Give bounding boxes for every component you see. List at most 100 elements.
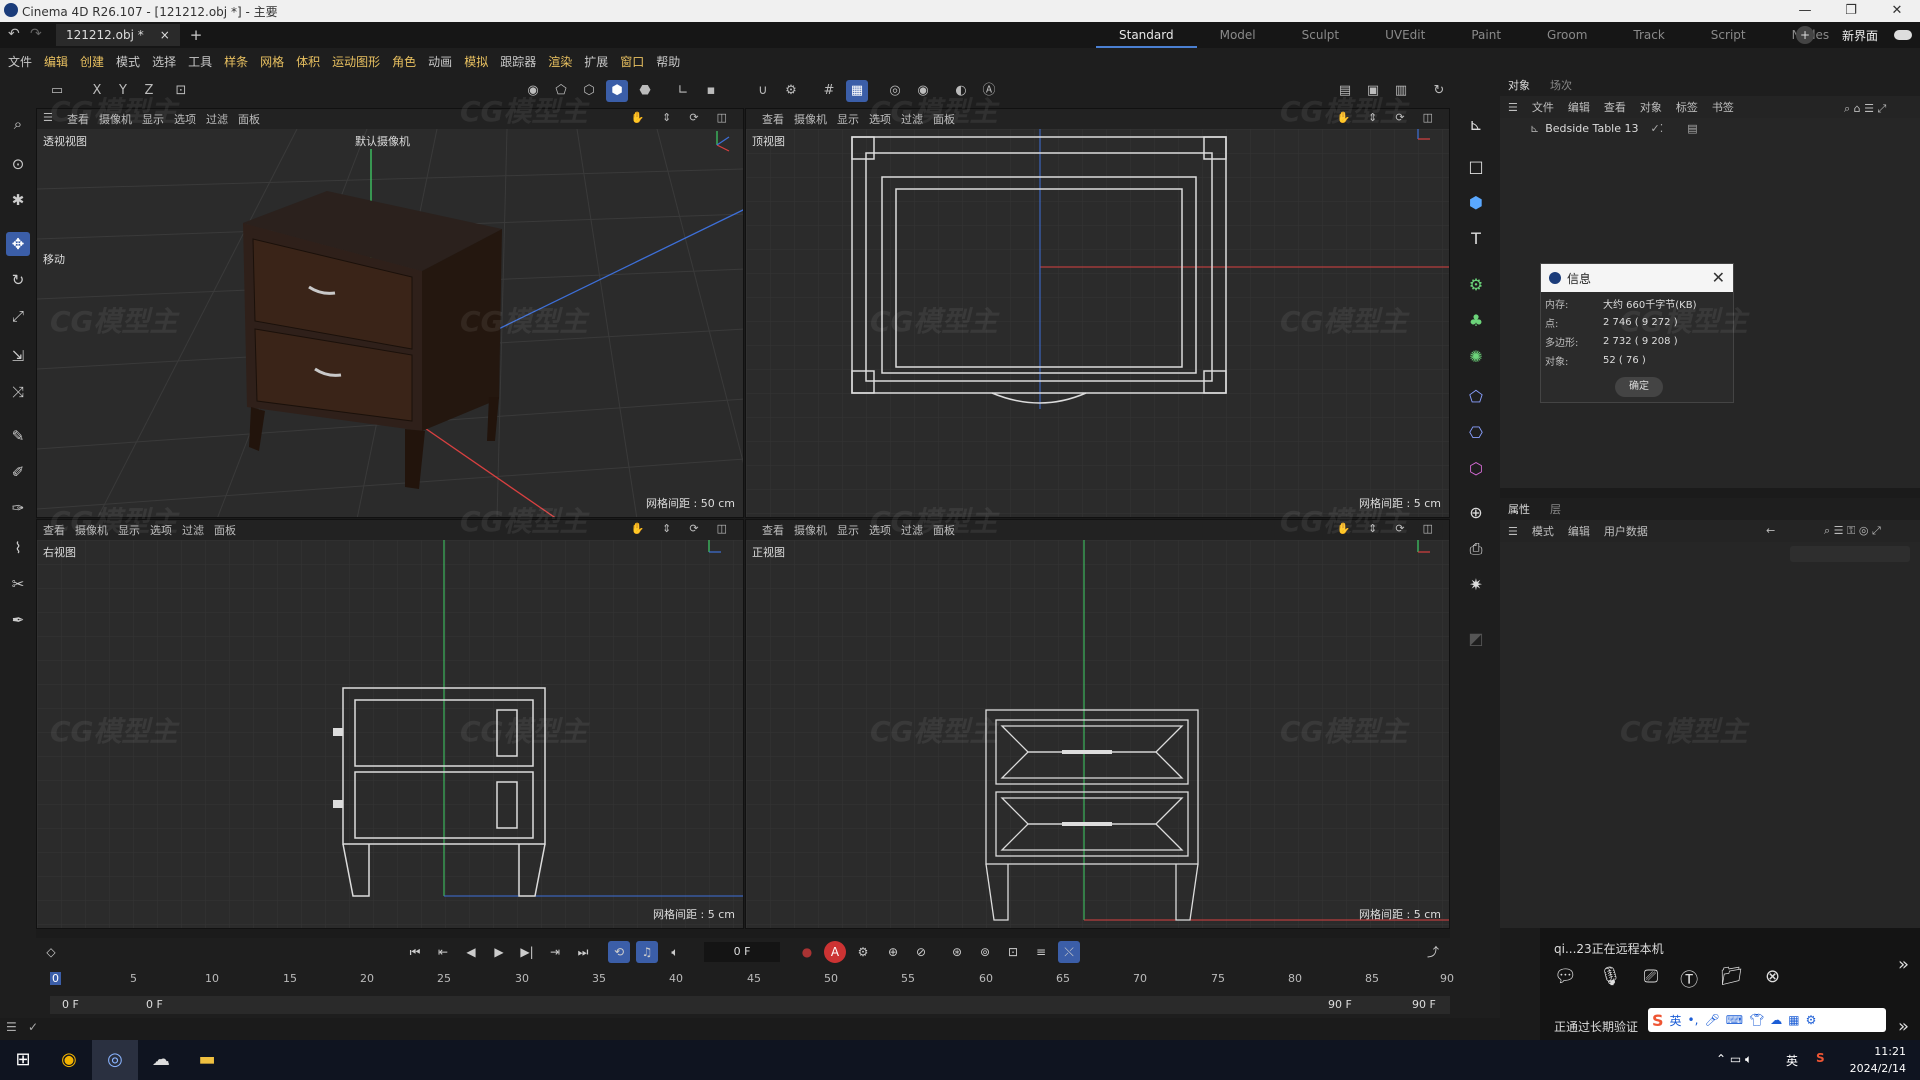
zoom-search-icon[interactable]: ⌕ (6, 112, 30, 136)
viewport-menu-options[interactable]: 选项 (150, 522, 172, 538)
layout-tab-standard[interactable]: Standard (1096, 22, 1197, 48)
pan-icon[interactable]: ✋ (630, 111, 644, 124)
skin-icon[interactable]: 👕︎ (1749, 1013, 1764, 1027)
expand-icon[interactable]: » (1898, 954, 1909, 975)
speaker-icon[interactable]: 🔈︎ (664, 941, 686, 963)
info-ok-button[interactable]: 确定 (1615, 377, 1663, 397)
object-menu-bookmarks[interactable]: 书签 (1712, 99, 1734, 115)
spline-pen-icon[interactable]: ✎ (6, 424, 30, 448)
mograph-cloner-icon[interactable]: ♣ (1463, 308, 1489, 334)
record-icon[interactable]: ● (796, 941, 818, 963)
file-explorer-icon[interactable]: ▬ (184, 1040, 230, 1080)
dolly-icon[interactable]: ⇕ (662, 111, 671, 124)
app-taskbar-icon[interactable]: ☁ (138, 1040, 184, 1080)
paint-tool-icon[interactable]: ✒ (6, 608, 30, 632)
timeline-ruler[interactable]: 0 5 10 15 20 25 30 35 40 45 50 55 60 65 … (50, 970, 1454, 994)
info-dialog-close-icon[interactable]: ✕ (1712, 268, 1725, 287)
light-icon[interactable]: ✷ (1463, 572, 1489, 598)
tray-ime-label[interactable]: 英 (1786, 1052, 1798, 1069)
attr-back-icon[interactable]: ← (1766, 524, 1775, 537)
redo-icon[interactable]: ↷ (30, 26, 42, 42)
viewport-menu-filter[interactable]: 过滤 (901, 522, 923, 538)
layout-tab-groom[interactable]: Groom (1524, 22, 1610, 48)
object-visibility-icon[interactable]: ✓⁚ (1651, 122, 1664, 135)
object-menu-object[interactable]: 对象 (1640, 99, 1662, 115)
add-tab-button[interactable]: + (190, 26, 203, 44)
points-mode-icon[interactable]: ◉ (522, 80, 544, 102)
live-selection-icon[interactable]: ⊙ (6, 152, 30, 176)
chat-icon[interactable]: 💬︎ (1554, 966, 1577, 992)
rotate-tool-icon[interactable]: ↻ (6, 268, 30, 292)
screen-share-icon[interactable]: ⎚ (1644, 966, 1658, 992)
cinema4d-taskbar-icon[interactable]: ◎ (92, 1040, 138, 1080)
selection-tools-icon[interactable]: ✱ (6, 188, 30, 212)
settings-icon[interactable]: ⚙ (1806, 1013, 1817, 1027)
menu-mesh[interactable]: 网格 (260, 53, 284, 70)
menu-character[interactable]: 角色 (392, 53, 416, 70)
ime-mode-label[interactable]: 英 (1670, 1012, 1682, 1029)
viewport-perspective[interactable]: ☰ 查看 摄像机 显示 选项 过滤 面板 ✋ ⇕ ⟳ ◫ 透视视图 默认摄像机 … (36, 108, 744, 518)
dolly-icon[interactable]: ⇕ (1368, 111, 1377, 124)
object-menu-view[interactable]: 查看 (1604, 99, 1626, 115)
frame-range-bar[interactable]: 0 F 0 F 90 F 90 F (50, 996, 1450, 1014)
tray-icons[interactable]: ⌃ ▭ 🔈︎ (1716, 1052, 1752, 1067)
play-icon[interactable]: ▶ (488, 941, 510, 963)
pan-icon[interactable]: ✋ (1336, 111, 1350, 124)
key-position-icon[interactable]: ⊕ (882, 941, 904, 963)
object-search-icon[interactable]: ⌕ ⌂ ☰ ⤢ (1844, 102, 1886, 116)
viewport-menu-view[interactable]: 查看 (762, 111, 784, 127)
file-transfer-icon[interactable]: 📁︎ (1720, 966, 1743, 992)
key-rotation-icon[interactable]: ⊘ (910, 941, 932, 963)
tag-icon[interactable]: ⬡ (1463, 456, 1489, 482)
menu-tracker[interactable]: 跟踪器 (500, 53, 536, 70)
camera-label[interactable]: 默认摄像机 (355, 133, 410, 149)
chrome-icon[interactable]: ◉ (46, 1040, 92, 1080)
viewport-menu-filter[interactable]: 过滤 (206, 111, 228, 127)
viewport-menu-options[interactable]: 选项 (869, 111, 891, 127)
goto-start-icon[interactable]: ⏮ (404, 941, 426, 963)
orbit-icon[interactable]: ⟳ (1395, 522, 1404, 535)
axis-z-button[interactable]: Z (138, 80, 160, 102)
tab-layers[interactable]: 层 (1550, 501, 1561, 517)
goto-end-icon[interactable]: ⏭ (572, 941, 594, 963)
viewport-menu-camera[interactable]: 摄像机 (794, 522, 827, 538)
viewport-menu-display[interactable]: 显示 (837, 522, 859, 538)
attr-menu-userdata[interactable]: 用户数据 (1604, 523, 1648, 539)
camera-icon[interactable]: ⎙ (1463, 536, 1489, 562)
viewport-front[interactable]: 查看 摄像机 显示 选项 过滤 面板 ✋ ⇕ ⟳ ◫ 正视图 网格间距 : 5 cm (745, 519, 1450, 929)
viewport-top[interactable]: 查看 摄像机 显示 选项 过滤 面板 ✋ ⇕ ⟳ ◫ 顶视图 网格间距 : 5 cm (745, 108, 1450, 518)
auto-icon[interactable]: Ⓐ (978, 80, 1000, 102)
axis-y-button[interactable]: Y (112, 80, 134, 102)
layout-tab-uvedit[interactable]: UVEdit (1362, 22, 1448, 48)
layout-tab-model[interactable]: Model (1197, 22, 1279, 48)
uv-mode-icon[interactable]: ⬣ (634, 80, 656, 102)
menu-animation[interactable]: 动画 (428, 53, 452, 70)
tab-objects[interactable]: 对象 (1508, 77, 1530, 93)
viewport-menu-panel[interactable]: 面板 (238, 111, 260, 127)
viewport-menu-panel[interactable]: 面板 (933, 111, 955, 127)
menu-create[interactable]: 创建 (80, 53, 104, 70)
object-tag-icon[interactable]: ▤ (1687, 122, 1697, 135)
layout-toggle[interactable] (1894, 30, 1912, 40)
cloud-icon[interactable]: ☁ (1770, 1013, 1782, 1027)
sound-toggle-icon[interactable]: ♫ (636, 941, 658, 963)
render-settings-icon[interactable]: ▥ (1390, 80, 1412, 102)
status-menu-icon[interactable]: ☰ (6, 1020, 17, 1034)
viewport-menu-display[interactable]: 显示 (142, 111, 164, 127)
interpolation-icon[interactable]: ⤬ (1058, 941, 1080, 963)
generator-icon[interactable]: ⚙ (1463, 272, 1489, 298)
menu-help[interactable]: 帮助 (656, 53, 680, 70)
clock[interactable]: 11:21 2024/2/14 (1850, 1043, 1906, 1077)
next-key-icon[interactable]: ⇥ (544, 941, 566, 963)
field-icon[interactable]: ⬠ (1463, 384, 1489, 410)
document-tab[interactable]: 121212.obj * × (56, 24, 180, 46)
timeline-graph-icon[interactable]: ⤴ (1422, 941, 1444, 963)
polygons-mode-icon[interactable]: ⬡ (578, 80, 600, 102)
object-menu-edit[interactable]: 编辑 (1568, 99, 1590, 115)
environment-icon[interactable]: ⊕ (1463, 500, 1489, 526)
snap-tool-icon[interactable]: ⤨ (6, 380, 30, 404)
next-frame-icon[interactable]: ▶| (516, 941, 538, 963)
tab-takes[interactable]: 场次 (1550, 77, 1572, 93)
layout-tab-script[interactable]: Script (1688, 22, 1769, 48)
microphone-icon[interactable]: 🎙︎ (1599, 966, 1622, 992)
